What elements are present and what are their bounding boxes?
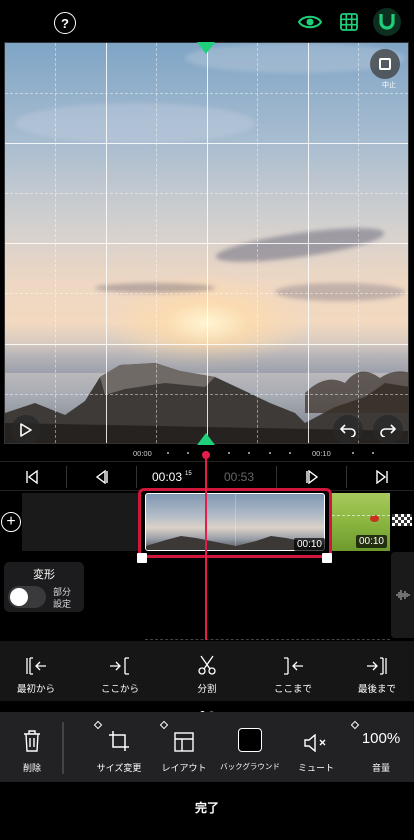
split-button[interactable]: 分割: [167, 641, 247, 695]
total-time: 00:53: [224, 470, 255, 484]
trim-to-here-button[interactable]: ここまで: [253, 641, 333, 695]
clip2-duration: 00:10: [355, 535, 387, 548]
video-preview[interactable]: 中止: [4, 42, 409, 444]
add-clip-button[interactable]: +: [1, 512, 21, 532]
transport-bar: 00:03 15 00:53: [0, 461, 414, 491]
toggle-label: 部分 設定: [53, 587, 72, 609]
next-clip[interactable]: 00:10: [332, 493, 390, 551]
delete-button[interactable]: 削除: [10, 712, 54, 774]
playhead-knob[interactable]: [202, 451, 210, 459]
play-icon: [20, 423, 32, 437]
undo-icon: [340, 424, 356, 437]
ruler-end: 00:10: [312, 449, 331, 458]
help-icon[interactable]: ?: [54, 12, 76, 34]
playhead[interactable]: [205, 452, 207, 640]
selected-clip[interactable]: 00:10: [138, 488, 332, 558]
crop-marker-top[interactable]: [197, 42, 215, 54]
redo-button[interactable]: [373, 415, 403, 443]
volume-button[interactable]: 100% 音量: [350, 712, 412, 774]
eye-icon[interactable]: [296, 8, 324, 36]
current-frames: 15: [185, 471, 192, 477]
stop-button[interactable]: [370, 49, 400, 79]
play-button[interactable]: [11, 415, 41, 443]
transition-icon[interactable]: [392, 514, 412, 526]
clip2-thumbnail: [370, 515, 379, 522]
stop-label: 中止: [382, 82, 396, 89]
trim-from-start-icon: [26, 657, 46, 675]
trim-to-here-icon: [284, 657, 303, 675]
next-frame-icon: [306, 470, 319, 484]
trim-from-here-icon: [110, 657, 129, 675]
skip-start-icon: [26, 470, 38, 484]
trim-from-here-button[interactable]: ここから: [80, 641, 160, 695]
crop-icon: [109, 731, 129, 751]
partial-setting-toggle[interactable]: [8, 586, 46, 608]
edit-actions-row: 最初から ここから 分割 ここまで 最後まで: [0, 641, 414, 701]
stop-icon: [379, 58, 391, 70]
mute-button[interactable]: ミュート: [292, 712, 340, 774]
resize-button[interactable]: サイズ変更: [88, 712, 150, 774]
speaker-mute-icon: [304, 734, 326, 752]
layout-icon: [174, 732, 194, 752]
undo-button[interactable]: [333, 415, 363, 443]
scissors-icon: [198, 655, 216, 675]
volume-value: 100%: [361, 729, 401, 747]
background-button[interactable]: バックグラウンド: [216, 712, 284, 772]
done-button[interactable]: 完了: [0, 799, 414, 816]
transform-panel: 変形 部分 設定: [4, 562, 84, 612]
layout-button[interactable]: レイアウト: [158, 712, 210, 774]
trim-handle-left[interactable]: [137, 553, 147, 563]
background-swatch-icon: [238, 728, 262, 752]
trim-to-end-button[interactable]: 最後まで: [337, 641, 414, 695]
done-bar: 完了: [0, 782, 414, 840]
grid-icon[interactable]: [335, 8, 363, 36]
previous-frame-button[interactable]: [84, 462, 120, 492]
trim-to-end-icon: [367, 657, 387, 675]
magnet-icon[interactable]: [373, 8, 401, 36]
transform-title: 変形: [33, 569, 55, 581]
trash-icon: [24, 730, 40, 752]
audio-track-line: [145, 639, 390, 640]
prev-frame-icon: [95, 470, 108, 484]
waveform-icon: [395, 590, 410, 600]
skip-to-start-button[interactable]: [14, 462, 50, 492]
trim-from-start-button[interactable]: 最初から: [0, 641, 76, 695]
skip-end-icon: [376, 470, 388, 484]
skip-to-end-button[interactable]: [364, 462, 400, 492]
audio-waveform-tab[interactable]: [391, 552, 414, 638]
clip-divider: [332, 515, 390, 516]
crop-marker-bottom[interactable]: [197, 433, 215, 445]
current-time: 00:03 15: [152, 470, 192, 484]
toolbar-divider: [62, 722, 64, 774]
ruler-start: 00:00: [133, 449, 152, 458]
track-empty-area: [22, 493, 138, 551]
clip-duration: 00:10: [293, 538, 325, 551]
trim-handle-right[interactable]: [322, 553, 332, 563]
bottom-toolbar: 削除 サイズ変更 レイアウト バックグラウンド ミュート 100% 音量: [0, 712, 414, 782]
redo-icon: [380, 424, 396, 437]
